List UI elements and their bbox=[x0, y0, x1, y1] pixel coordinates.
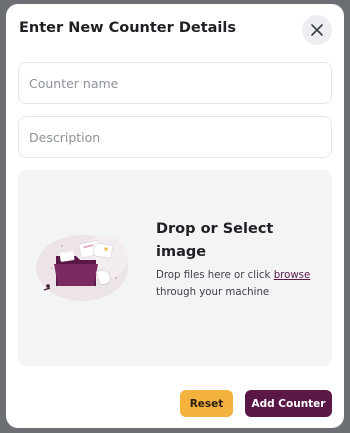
dropzone-text-before: Drop files here or click bbox=[156, 270, 271, 281]
add-counter-button[interactable]: Add Counter bbox=[245, 390, 332, 417]
dialog-title: Enter New Counter Details bbox=[19, 20, 236, 36]
folder-upload-illustration bbox=[36, 235, 128, 301]
reset-button[interactable]: Reset bbox=[180, 390, 233, 417]
new-counter-dialog: Enter New Counter Details Drop or Select… bbox=[6, 4, 344, 428]
close-button[interactable] bbox=[302, 15, 332, 45]
counter-name-input[interactable] bbox=[18, 62, 332, 104]
browse-link[interactable]: browse bbox=[274, 270, 311, 281]
dropzone-text-after: through your machine bbox=[156, 286, 270, 298]
image-dropzone[interactable]: Drop or Select image Drop files here or … bbox=[18, 170, 332, 366]
dropzone-instructions: Drop files here or click browse through … bbox=[156, 268, 316, 301]
dropzone-title: Drop or Select image bbox=[156, 221, 274, 260]
close-icon bbox=[311, 24, 323, 36]
description-input[interactable] bbox=[18, 116, 332, 158]
